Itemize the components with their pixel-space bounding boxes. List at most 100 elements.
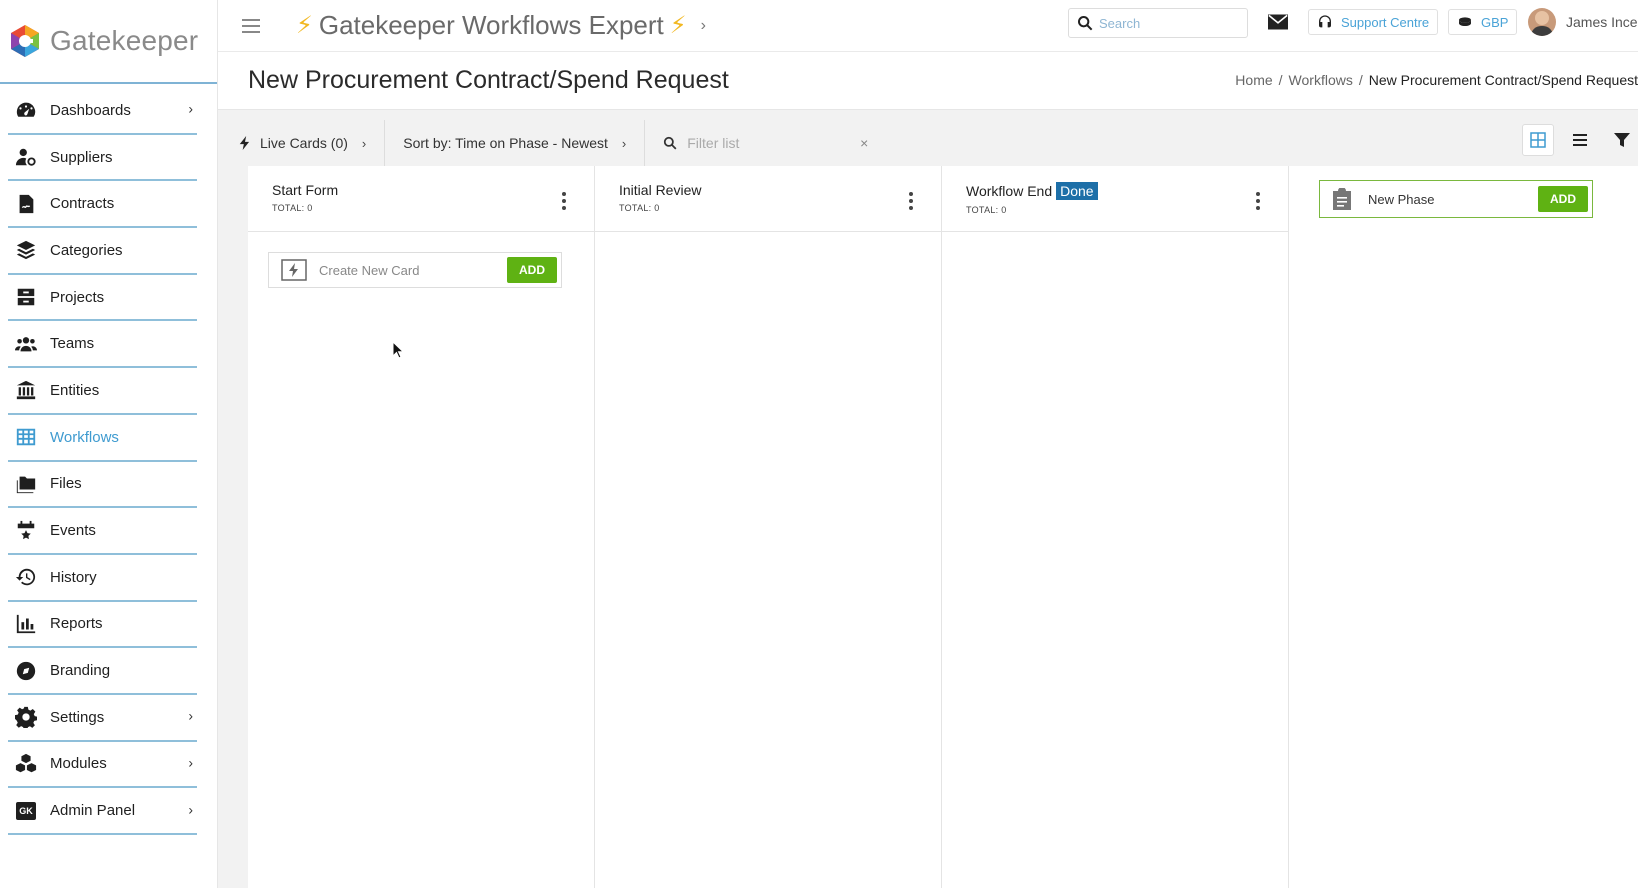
chevron-right-icon: › <box>621 135 627 151</box>
sidebar-item-label: Categories <box>50 241 123 259</box>
sidebar-item-label: Admin Panel <box>50 802 136 820</box>
lightning-bolt-icon: ⚡ <box>669 12 687 39</box>
compass-icon <box>15 660 37 682</box>
kebab-menu-icon[interactable] <box>562 192 566 210</box>
calendar-star-icon <box>15 520 37 542</box>
phase-title: Workflow End Done <box>966 182 1288 200</box>
create-card-input[interactable] <box>319 262 505 278</box>
users-icon <box>15 333 37 355</box>
phase-column-start-form: Start Form TOTAL: 0 ADD <box>248 166 595 888</box>
sidebar-item-label: Branding <box>50 662 111 680</box>
sort-by-label: Sort by: Time on Phase - Newest <box>403 135 608 151</box>
brand-name: Gatekeeper <box>50 25 199 56</box>
phase-total: TOTAL: 0 <box>272 203 313 213</box>
kebab-menu-icon[interactable] <box>1256 192 1260 210</box>
sidebar-item-label: Workflows <box>50 428 119 446</box>
kebab-menu-icon[interactable] <box>909 192 913 210</box>
main-content: Live Cards (0) › Sort by: Time on Phase … <box>218 110 1638 888</box>
card-lightning-icon <box>281 259 307 281</box>
clipboard-icon <box>1333 188 1351 210</box>
phase-column-initial-review: Initial Review TOTAL: 0 <box>595 166 942 888</box>
layers-icon <box>15 239 37 261</box>
add-phase-button[interactable]: ADD <box>1538 186 1588 212</box>
folders-icon <box>15 473 37 495</box>
filter-list: × <box>663 135 868 151</box>
list-view-button[interactable] <box>1564 124 1596 156</box>
list-icon <box>1573 134 1587 146</box>
sidebar-item-reports[interactable]: Reports <box>8 602 197 649</box>
phase-header: Start Form TOTAL: 0 <box>248 166 594 232</box>
search-icon <box>1078 15 1093 31</box>
sidebar-nav: Dashboards › Suppliers Contracts Categor… <box>0 88 217 835</box>
topbar: ⚡ Gatekeeper Workflows Expert ⚡ › Suppor… <box>218 0 1638 52</box>
phase-title: Initial Review <box>619 182 941 198</box>
breadcrumb-home[interactable]: Home <box>1235 72 1272 88</box>
bank-building-icon <box>15 379 37 401</box>
sidebar-item-label: Reports <box>50 615 103 633</box>
search-icon <box>664 136 677 150</box>
breadcrumb-workflows[interactable]: Workflows <box>1289 72 1353 88</box>
phase-header: Initial Review TOTAL: 0 <box>595 166 941 232</box>
sidebar-item-suppliers[interactable]: Suppliers <box>8 135 197 182</box>
add-card-button[interactable]: ADD <box>507 257 557 283</box>
sidebar-item-dashboards[interactable]: Dashboards › <box>8 88 197 135</box>
phase-header: Workflow End Done TOTAL: 0 <box>942 166 1288 232</box>
user-menu[interactable]: James Ince <box>1528 8 1638 36</box>
breadcrumb-current: New Procurement Contract/Spend Request <box>1368 72 1638 88</box>
sidebar-item-branding[interactable]: Branding <box>8 648 197 695</box>
page-title: New Procurement Contract/Spend Request <box>248 66 729 94</box>
phase-title-text: Workflow End <box>966 183 1053 199</box>
envelope-icon[interactable] <box>1268 14 1288 30</box>
filter-button[interactable] <box>1606 124 1638 156</box>
breadcrumb-separator: / <box>1358 72 1363 88</box>
app-root: Gatekeeper Dashboards › Suppliers Contra… <box>0 0 1638 888</box>
support-centre-label: Support Centre <box>1341 14 1430 30</box>
phase-total: TOTAL: 0 <box>619 203 660 213</box>
live-cards-button[interactable]: Live Cards (0) › <box>238 120 386 166</box>
sidebar-item-settings[interactable]: Settings › <box>8 695 197 742</box>
sidebar-item-label: Events <box>50 522 96 540</box>
sidebar-item-files[interactable]: Files <box>8 462 197 509</box>
new-phase-column: ADD <box>1289 166 1638 888</box>
sidebar-item-events[interactable]: Events <box>8 508 197 555</box>
sidebar-item-categories[interactable]: Categories <box>8 228 197 275</box>
new-phase-form: ADD <box>1319 180 1593 218</box>
bar-chart-icon <box>15 613 37 635</box>
cubes-icon <box>15 753 37 775</box>
sidebar-item-projects[interactable]: Projects <box>8 275 197 322</box>
chevron-right-icon: › <box>188 100 193 117</box>
lightning-bolt-icon: ⚡ <box>296 12 313 39</box>
workflow-title-text: Gatekeeper Workflows Expert <box>318 10 664 40</box>
headset-icon <box>1319 15 1331 28</box>
search-input[interactable] <box>1099 15 1239 31</box>
brand-logo[interactable]: Gatekeeper <box>0 0 217 84</box>
live-cards-label: Live Cards (0) <box>260 135 348 151</box>
avatar <box>1528 8 1556 36</box>
phase-title-text: Initial Review <box>619 182 702 198</box>
close-icon[interactable]: × <box>860 135 868 151</box>
sidebar-item-contracts[interactable]: Contracts <box>8 181 197 229</box>
contract-file-icon <box>15 193 37 215</box>
sidebar-item-admin-panel[interactable]: GK Admin Panel › <box>8 788 197 835</box>
sidebar-item-label: Settings <box>50 708 105 726</box>
currency-selector[interactable]: GBP <box>1448 9 1518 35</box>
sort-by-button[interactable]: Sort by: Time on Phase - Newest › <box>403 120 646 166</box>
sidebar-item-workflows[interactable]: Workflows <box>8 415 197 462</box>
sidebar: Gatekeeper Dashboards › Suppliers Contra… <box>0 0 218 888</box>
breadcrumb: Home / Workflows / New Procurement Contr… <box>1235 72 1638 88</box>
sidebar-item-modules[interactable]: Modules › <box>8 742 197 789</box>
filter-input[interactable] <box>687 135 838 151</box>
global-search <box>1068 8 1248 38</box>
support-centre-button[interactable]: Support Centre <box>1308 9 1439 35</box>
chevron-right-icon: › <box>700 16 706 34</box>
sidebar-item-entities[interactable]: Entities <box>8 368 197 415</box>
hamburger-menu-icon[interactable] <box>242 18 260 33</box>
new-phase-input[interactable] <box>1368 191 1528 207</box>
sidebar-item-label: Contracts <box>50 195 115 213</box>
grid-view-button[interactable] <box>1522 124 1554 156</box>
workflow-title[interactable]: ⚡ Gatekeeper Workflows Expert ⚡ › <box>290 10 706 41</box>
sidebar-item-teams[interactable]: Teams <box>8 321 197 369</box>
sidebar-item-history[interactable]: History <box>8 555 197 602</box>
history-clock-icon <box>15 566 37 588</box>
sidebar-item-label: Modules <box>50 755 107 773</box>
